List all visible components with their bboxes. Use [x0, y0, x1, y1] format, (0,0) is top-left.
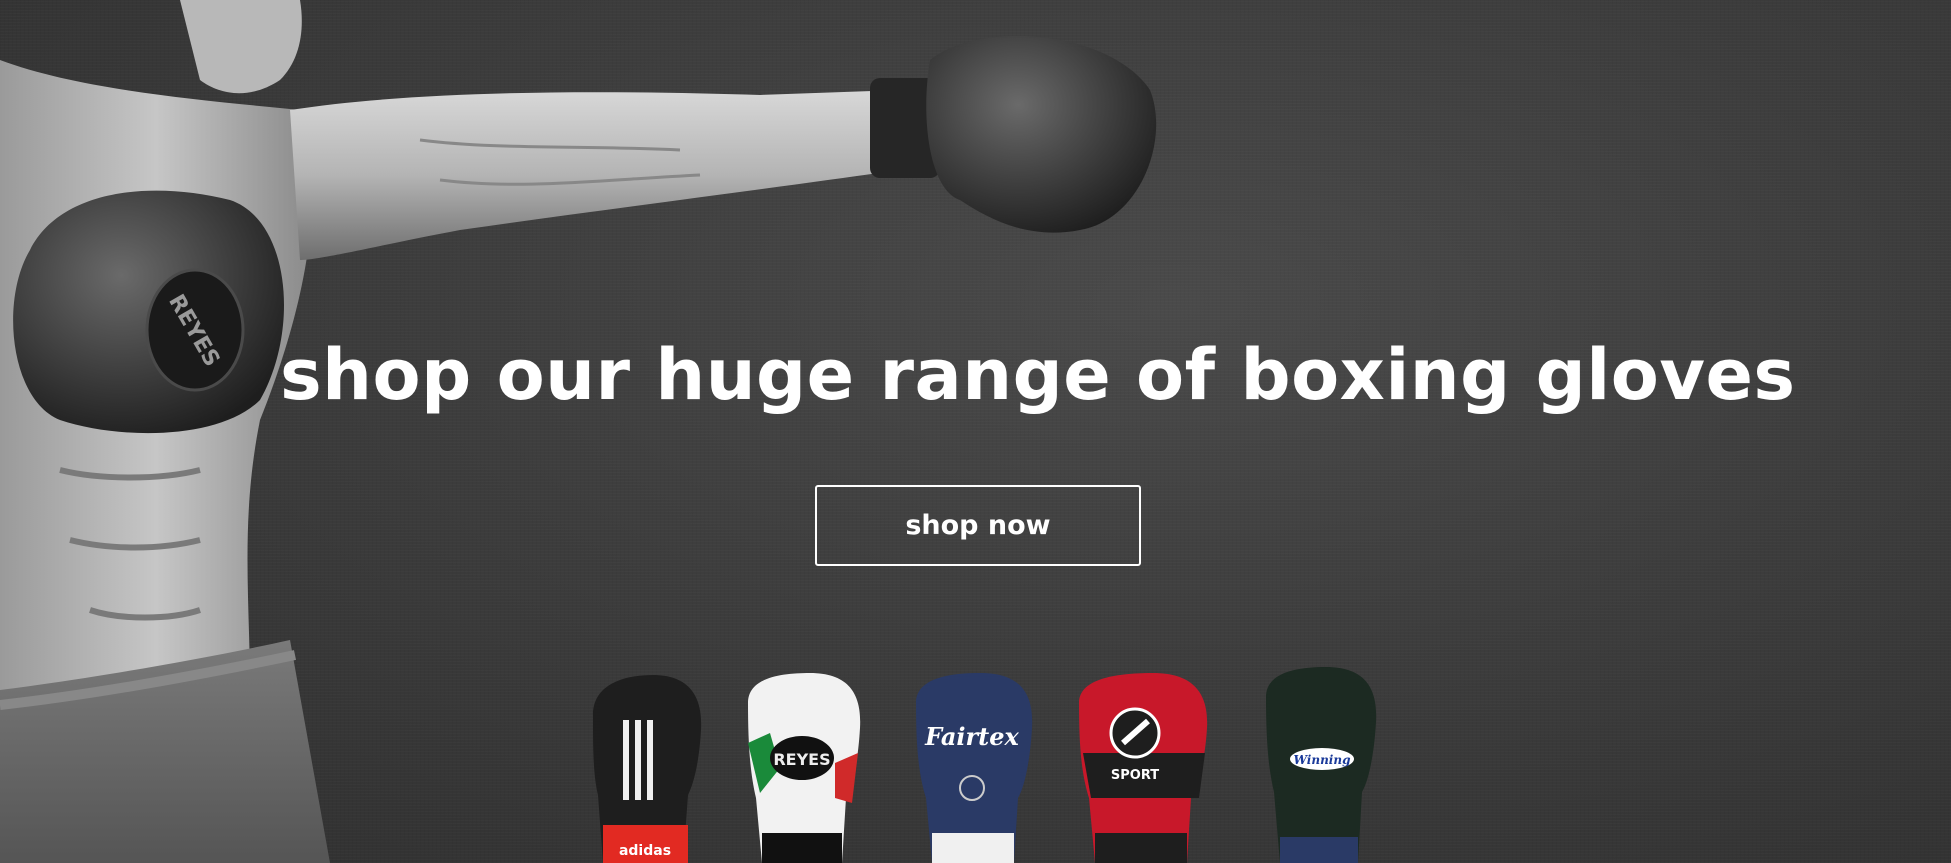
svg-text:REYES: REYES: [773, 750, 830, 769]
shop-now-button[interactable]: shop now: [815, 485, 1141, 566]
glove-product[interactable]: adidas: [583, 675, 708, 863]
reyes-glove-icon: REYES: [748, 673, 861, 863]
winning-glove-icon: Winning: [1266, 667, 1377, 863]
glove-lineup: adidas REYES Fairtex SPORT Winning: [575, 667, 1395, 863]
svg-text:SPORT: SPORT: [1111, 768, 1159, 783]
glove-product[interactable]: Fairtex: [910, 673, 1035, 863]
hayabusa-glove-icon: SPORT: [1079, 673, 1208, 863]
glove-product[interactable]: SPORT: [1073, 673, 1213, 863]
adidas-glove-icon: adidas: [593, 675, 702, 863]
svg-text:Winning: Winning: [1294, 753, 1351, 767]
svg-text:adidas: adidas: [619, 843, 671, 859]
svg-text:Fairtex: Fairtex: [924, 722, 1019, 751]
hero-banner: REYES shop our huge range of boxing glov…: [0, 0, 1951, 863]
page-title: shop our huge range of boxing gloves: [280, 334, 1796, 416]
glove-product[interactable]: REYES: [740, 673, 865, 863]
fairtex-glove-icon: Fairtex: [916, 673, 1033, 863]
glove-product[interactable]: Winning: [1260, 667, 1380, 863]
